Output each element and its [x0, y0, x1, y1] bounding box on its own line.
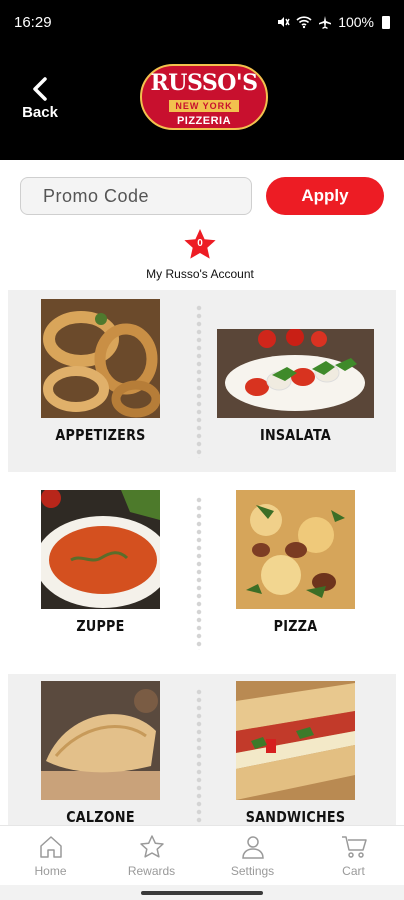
bottom-nav: Home Rewards Settings Cart: [0, 825, 404, 885]
category-label: INSALATA: [259, 426, 332, 444]
sandwiches-photo: [236, 681, 355, 800]
status-bar: 16:29 100%: [0, 0, 404, 44]
category-insalata[interactable]: INSALATA: [217, 329, 374, 444]
category-sandwiches[interactable]: SANDWICHES: [236, 681, 355, 825]
category-label: APPETIZERS: [55, 426, 146, 444]
account-label: My Russo's Account: [146, 267, 254, 281]
account-points: 0: [197, 238, 203, 249]
nav-settings[interactable]: Settings: [202, 826, 303, 885]
app-header: Back RUSSO'S NEW YORK PIZZERIA: [0, 44, 404, 160]
insalata-photo: [217, 329, 374, 418]
cart-icon: [341, 836, 367, 858]
category-zuppe[interactable]: ZUPPE: [41, 490, 160, 635]
nav-cart[interactable]: Cart: [303, 826, 404, 885]
nav-settings-label: Settings: [230, 864, 275, 878]
apply-button[interactable]: Apply: [266, 177, 384, 215]
wifi-icon: [296, 16, 312, 29]
menu-row: ZUPPE PIZZA: [8, 482, 396, 664]
battery-icon: [382, 15, 390, 29]
zuppe-photo: [41, 490, 160, 609]
nav-cart-label: Cart: [342, 864, 365, 878]
airplane-icon: [319, 16, 332, 29]
menu-row: APPETIZERS INSALATA: [8, 290, 396, 472]
mute-icon: [278, 17, 290, 27]
gesture-handle[interactable]: [141, 891, 263, 895]
star-icon: [139, 835, 164, 858]
logo-sub: PIZZERIA: [176, 115, 232, 127]
account-link[interactable]: 0 My Russo's Account: [130, 228, 270, 286]
person-icon: [241, 836, 264, 859]
logo-name: RUSSO'S: [150, 70, 258, 96]
nav-rewards[interactable]: Rewards: [101, 826, 202, 885]
back-button[interactable]: Back: [14, 76, 66, 126]
calzone-photo: [41, 681, 160, 800]
category-label: SANDWICHES: [245, 808, 346, 825]
appetizers-photo: [41, 299, 160, 418]
category-label: CALZONE: [66, 808, 135, 825]
home-icon: [39, 836, 62, 858]
russos-logo: RUSSO'S NEW YORK PIZZERIA: [140, 64, 268, 130]
promo-code-input[interactable]: [20, 177, 252, 215]
dotted-divider: [194, 304, 204, 458]
category-pizza[interactable]: PIZZA: [236, 490, 355, 635]
nav-home-label: Home: [34, 864, 67, 878]
account-star: 0: [183, 228, 217, 262]
category-calzone[interactable]: CALZONE: [41, 681, 160, 825]
menu-row: CALZONE SANDWICHES: [8, 674, 396, 825]
chevron-left-icon: [33, 77, 47, 101]
category-label: PIZZA: [273, 617, 318, 635]
category-label: ZUPPE: [76, 617, 125, 635]
back-label: Back: [22, 104, 58, 121]
nav-rewards-label: Rewards: [127, 864, 176, 878]
dotted-divider: [194, 496, 204, 650]
status-icons: 100%: [276, 14, 390, 30]
main-content: Apply 0 My Russo's Account APPETIZERS: [0, 160, 404, 825]
dotted-divider: [194, 688, 204, 825]
nav-home[interactable]: Home: [0, 826, 101, 885]
pizza-photo: [236, 490, 355, 609]
category-appetizers[interactable]: APPETIZERS: [41, 299, 160, 444]
battery-percent: 100%: [338, 14, 374, 30]
logo-band: NEW YORK: [169, 100, 239, 112]
status-time: 16:29: [14, 13, 52, 31]
